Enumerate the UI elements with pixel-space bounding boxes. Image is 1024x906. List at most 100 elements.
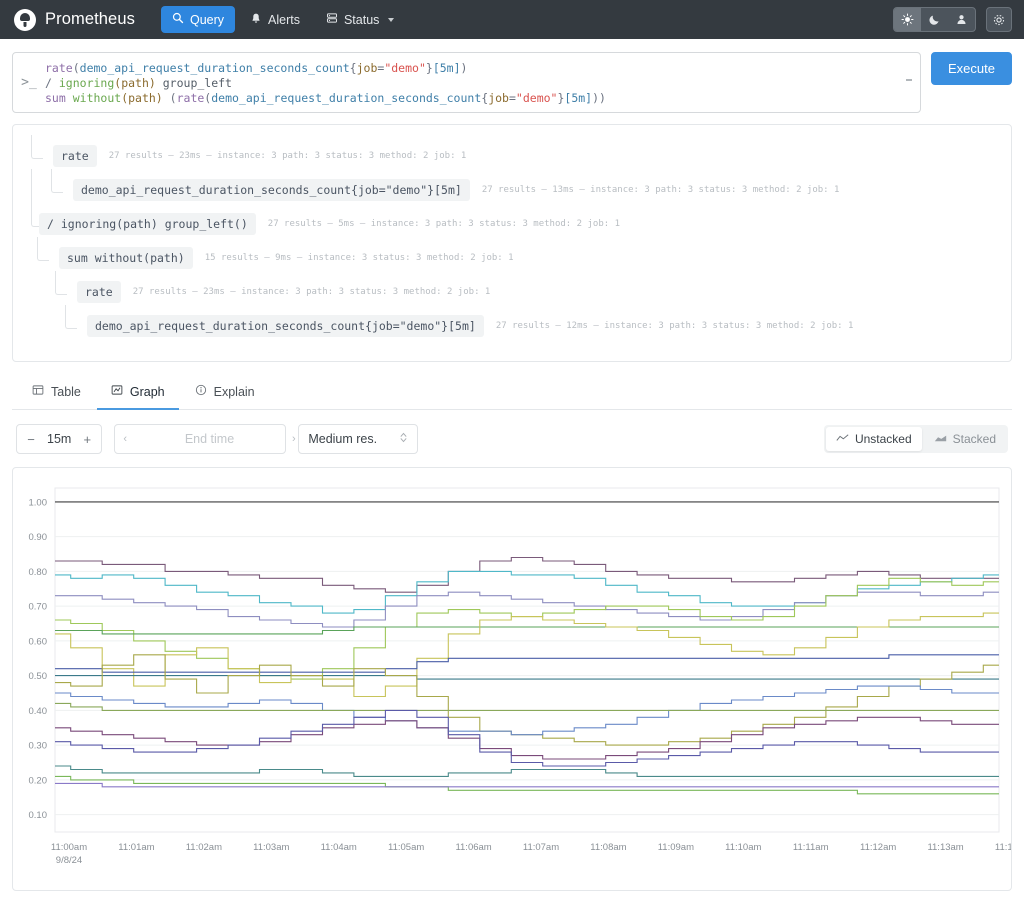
result-tabs: Table Graph Explain [12,376,1012,410]
execute-button[interactable]: Execute [931,52,1012,85]
explain-node-row[interactable]: demo_api_request_duration_seconds_count{… [25,309,999,343]
explain-node-row[interactable]: rate27 results – 23ms – instance: 3 path… [25,275,999,309]
q-l3-without: without [73,91,121,105]
x-axis-tick-label: 11:02am [186,842,222,853]
range-value[interactable]: 15m [43,432,75,446]
resolution-select[interactable]: Medium res. [298,424,418,454]
info-icon [195,384,207,399]
bell-icon [250,12,262,28]
tree-connector [31,135,43,159]
q-l3-open: ( [163,91,177,105]
q-l1-label: job [357,61,378,75]
q-l3-without-arg: (path) [121,91,163,105]
q-l1-value: "demo" [384,61,426,75]
search-icon [172,12,184,27]
y-axis-tick-label: 0.30 [29,741,48,752]
y-axis-tick-label: 0.60 [29,636,48,647]
nav-item-alerts-label: Alerts [268,13,300,27]
explain-node-label: demo_api_request_duration_seconds_count{… [87,315,484,337]
range-decrease-button[interactable]: − [21,425,41,453]
q-l3-fn: rate [177,91,205,105]
nav-item-alerts[interactable]: Alerts [239,6,311,34]
explain-node-meta: 27 results – 12ms – instance: 3 path: 3 … [496,321,854,331]
settings-button[interactable] [986,7,1012,32]
stacked-icon [934,432,947,446]
tab-explain[interactable]: Explain [181,376,269,410]
kebab-menu-icon[interactable] [898,59,920,106]
y-axis-tick-label: 0.90 [29,532,48,543]
page-body: >_ rate(demo_api_request_duration_second… [0,52,1024,891]
x-axis-tick-label: 11:10am [725,842,761,853]
q-l3-eq: = [509,91,516,105]
explain-node-row[interactable]: demo_api_request_duration_seconds_count{… [25,173,999,207]
x-axis-tick-label: 11:00am [51,842,87,853]
unstacked-button[interactable]: Unstacked [826,427,922,451]
select-chevron-icon [399,431,408,447]
q-l3-duration: [5m] [564,91,592,105]
q-l2-modifier-arg: (path) [114,76,156,90]
nav-item-query[interactable]: Query [161,6,235,33]
range-increase-button[interactable]: + [77,425,97,453]
q-l2-matching: group_left [163,76,232,90]
q-l3-agg: sum [45,91,66,105]
y-axis-tick-label: 0.80 [29,567,48,578]
x-axis-tick-label: 11:06am [455,842,491,853]
x-axis-tick-label: 11:04am [321,842,357,853]
explain-node-meta: 15 results – 9ms – instance: 3 status: 3… [205,253,514,263]
time-series-chart[interactable]: 1.000.900.800.700.600.500.400.300.200.10… [13,468,1011,890]
end-time-control: ‹ › [114,424,286,454]
plot-area [55,488,999,832]
tab-graph-label: Graph [130,385,165,399]
query-editor[interactable]: >_ rate(demo_api_request_duration_second… [12,52,921,113]
explain-tree: rate 27 results – 23ms – instance: 3 path… [25,139,999,343]
brand[interactable]: Prometheus [14,9,135,31]
nav-item-status-label: Status [344,13,379,27]
nav-items: Query Alerts Status [161,6,405,34]
tree-connector [55,271,67,295]
q-l2-modifier: ignoring [59,76,114,90]
table-icon [32,384,44,399]
end-time-next-button[interactable]: › [292,433,296,445]
q-l1-duration: [5m] [433,61,461,75]
q-l1-metric: demo_api_request_duration_seconds_count [80,61,350,75]
explain-node-meta: 27 results – 13ms – instance: 3 path: 3 … [482,185,840,195]
end-time-input[interactable] [127,431,292,447]
chevron-down-icon [388,18,394,22]
tree-connector [51,169,63,193]
tab-explain-label: Explain [214,385,255,399]
unstacked-icon [836,432,849,446]
resolution-value: Medium res. [308,432,377,446]
explain-node-label: rate [53,145,97,167]
tab-graph[interactable]: Graph [97,376,179,410]
explain-node-label: rate [77,281,121,303]
tab-table[interactable]: Table [18,376,95,410]
q-l2-op: / [45,76,52,90]
y-axis-tick-label: 0.10 [29,810,48,821]
stacking-toggle-group: Unstacked Stacked [824,425,1008,453]
x-axis-tick-label: 11:12am [860,842,896,853]
database-icon [326,12,338,27]
explain-node-row[interactable]: / ignoring(path) group_left()27 results … [25,207,999,241]
dark-theme-button[interactable] [921,8,948,31]
explain-node-label: demo_api_request_duration_seconds_count{… [73,179,470,201]
graph-panel: 1.000.900.800.700.600.500.400.300.200.10… [12,467,1012,891]
explain-tree-panel: rate 27 results – 23ms – instance: 3 path… [12,124,1012,362]
y-axis-tick-label: 0.20 [29,775,48,786]
x-axis-tick-label: 11:03am [253,842,289,853]
tree-connector [65,305,77,329]
stacked-button[interactable]: Stacked [924,427,1006,451]
explain-node-row[interactable]: rate 27 results – 23ms – instance: 3 path… [25,139,999,173]
q-l1-fn: rate [45,61,73,75]
navbar: Prometheus Query Alerts Status [0,0,1024,39]
auto-theme-button[interactable] [948,8,975,31]
x-axis-date-label: 9/8/24 [56,855,82,866]
query-code[interactable]: rate(demo_api_request_duration_seconds_c… [45,59,898,106]
explain-node-meta: 27 results – 23ms – instance: 3 path: 3 … [109,151,467,161]
stacked-label: Stacked [953,432,996,446]
brand-name: Prometheus [45,10,135,29]
nav-item-status[interactable]: Status [315,6,405,33]
theme-toggle-group [893,7,976,32]
tab-table-label: Table [51,385,81,399]
explain-node-row[interactable]: sum without(path)15 results – 9ms – inst… [25,241,999,275]
light-theme-button[interactable] [894,8,921,31]
